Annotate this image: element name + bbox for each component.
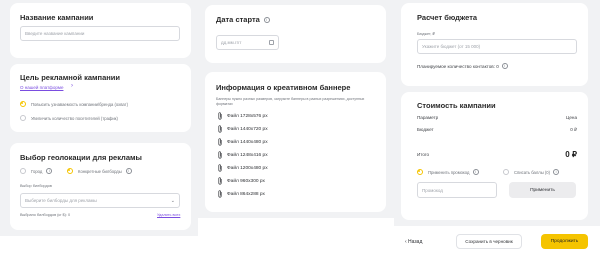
info-icon[interactable]: i: [472, 169, 479, 175]
paperclip-icon: [218, 177, 222, 185]
paperclip-icon: [218, 190, 222, 198]
campaign-name-title: Название кампании: [20, 13, 94, 22]
campaign-name-placeholder: Введите название кампании: [25, 31, 85, 36]
geo-option-billboards[interactable]: Конкретные билборды i: [67, 168, 132, 174]
cost-budget-value: 0 ₽: [570, 127, 577, 132]
cost-budget-label: Бюджет: [417, 127, 434, 132]
bottom-middle-strip: [198, 218, 394, 255]
file-item-6[interactable]: Файл 864x288 px: [217, 190, 265, 198]
cost-total-value: 0 ₽: [565, 150, 577, 159]
start-date-placeholder: дд.мм.гггг: [221, 40, 242, 45]
geo-city-label: Город: [31, 168, 43, 174]
budget-input[interactable]: Укажите бюджет (от 15 000): [417, 39, 577, 54]
goal-option-reach[interactable]: Повысить узнаваемость компании/бренда (о…: [20, 101, 128, 107]
info-icon[interactable]: i: [553, 169, 560, 175]
creative-description: Баннеры нужно разных размеров, загрузите…: [216, 97, 365, 106]
file-item-5[interactable]: Файл 960x300 px: [217, 177, 265, 185]
cost-col-param: Параметр: [417, 115, 439, 120]
budget-title: Расчет бюджета: [417, 13, 478, 22]
billboard-select[interactable]: Выберите билборды для рекламы ⌄: [20, 193, 180, 208]
goal-traffic-radio[interactable]: [20, 115, 26, 121]
paperclip-icon: [218, 112, 222, 120]
file-label: Файл 1440x480 px: [227, 139, 268, 145]
paperclip-icon: [218, 138, 222, 146]
file-label: Файл 960x300 px: [227, 178, 265, 184]
continue-button[interactable]: Продолжить: [541, 234, 588, 249]
bonus-option-label: Списать баллы (0): [514, 169, 551, 175]
chevron-down-icon: ⌄: [170, 197, 175, 204]
start-date-title: Дата старта: [216, 15, 260, 24]
creative-title: Информация о креативном баннере: [216, 83, 351, 92]
budget-placeholder: Укажите бюджет (от 15 000): [422, 44, 481, 49]
billboard-select-placeholder: Выберите билборды для рекламы: [25, 198, 97, 203]
start-date-card: Дата старта i дд.мм.гггг: [205, 5, 386, 63]
info-icon[interactable]: i: [125, 168, 132, 174]
geo-billboards-label: Конкретные билборды: [78, 168, 122, 174]
geo-option-city[interactable]: Город i: [20, 168, 53, 174]
campaign-name-input[interactable]: Введите название кампании: [20, 26, 180, 41]
campaign-form-page: Название кампании Введите название кампа…: [0, 0, 600, 255]
file-item-2[interactable]: Файл 1440x480 px: [217, 138, 268, 146]
paperclip-icon: [218, 164, 222, 172]
file-item-1[interactable]: Файл 1440x720 px: [217, 125, 268, 133]
cost-total-label: Итого: [417, 152, 430, 157]
file-item-3[interactable]: Файл 1248x416 px: [217, 151, 268, 159]
bottom-left-strip: [0, 236, 198, 255]
promo-option-label: Применить промокод: [428, 169, 470, 175]
billboard-selected-count: Выбрано билбордов (кг $): 0: [20, 213, 71, 217]
file-label: Файл 864x288 px: [227, 191, 265, 197]
geo-title: Выбор геолокации для рекламы: [20, 153, 142, 162]
platform-info-link[interactable]: О нашей платформе: [20, 85, 63, 90]
contacts-row: Планируемое количество контактов: 0 i: [417, 63, 508, 69]
campaign-name-card: Название кампании Введите название кампа…: [10, 3, 191, 58]
chevron-right-icon: ›: [71, 83, 73, 89]
back-link[interactable]: ‹ Назад: [405, 239, 422, 245]
goal-card: Цель рекламной кампании О нашей платформ…: [10, 64, 191, 132]
apply-promo-button[interactable]: Применить: [509, 182, 576, 198]
file-item-4[interactable]: Файл 1200x480 px: [217, 164, 268, 172]
clear-billboards-link[interactable]: Удалить всех: [157, 213, 180, 217]
bonus-radio[interactable]: [503, 169, 509, 175]
file-label: Файл 1440x720 px: [227, 126, 268, 132]
paperclip-icon: [218, 125, 222, 133]
calendar-icon[interactable]: [269, 40, 274, 45]
promo-radio[interactable]: [417, 169, 423, 175]
budget-card: Расчет бюджета Бюджет, ₽ Укажите бюджет …: [401, 3, 588, 86]
cost-title: Стоимость кампании: [417, 101, 496, 110]
promo-placeholder: Промокод: [422, 187, 443, 193]
promo-input[interactable]: Промокод: [417, 182, 497, 198]
info-icon[interactable]: i: [501, 63, 508, 69]
start-date-title-row: Дата старта i: [216, 15, 270, 24]
geo-card: Выбор геолокации для рекламы Город i Кон…: [10, 143, 191, 230]
goal-traffic-label: Увеличить количество посетителей (трафик…: [31, 115, 118, 121]
cost-col-price: Цена: [565, 115, 577, 120]
start-date-input[interactable]: дд.мм.гггг: [216, 35, 279, 50]
geo-billboards-radio[interactable]: [67, 168, 73, 174]
file-label: Файл 1248x416 px: [227, 152, 268, 158]
file-label: Файл 1728x576 px: [227, 113, 268, 119]
planned-contacts: Планируемое количество контактов: 0: [417, 63, 499, 69]
goal-reach-radio[interactable]: [20, 101, 26, 107]
geo-city-radio[interactable]: [20, 168, 26, 174]
info-icon[interactable]: i: [263, 16, 270, 23]
billboard-select-label: Выбор билбордов: [20, 184, 52, 188]
budget-label: Бюджет, ₽: [417, 32, 435, 36]
save-draft-button[interactable]: Сохранить в черновик: [456, 234, 522, 249]
info-icon[interactable]: i: [46, 168, 53, 174]
goal-option-traffic[interactable]: Увеличить количество посетителей (трафик…: [20, 115, 118, 121]
file-label: Файл 1200x480 px: [227, 165, 268, 171]
goal-title: Цель рекламной кампании: [20, 73, 121, 82]
paperclip-icon: [218, 151, 222, 159]
goal-reach-label: Повысить узнаваемость компании/бренда (о…: [31, 101, 128, 107]
cost-card: Стоимость кампании Параметр Цена Бюджет …: [401, 92, 588, 220]
bonus-option[interactable]: Списать баллы (0) i: [503, 169, 560, 175]
file-item-0[interactable]: Файл 1728x576 px: [217, 112, 268, 120]
promo-option[interactable]: Применить промокод i: [417, 169, 479, 175]
